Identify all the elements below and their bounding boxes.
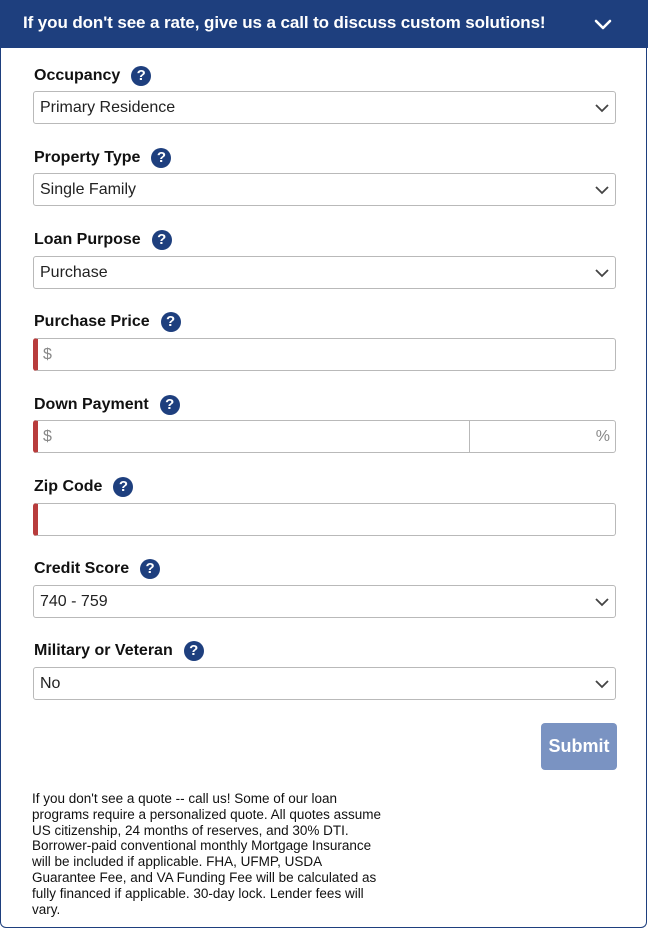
zip-code-input[interactable] [33, 503, 616, 536]
banner-text: If you don't see a rate, give us a call … [23, 13, 546, 32]
chevron-down-icon [595, 269, 609, 278]
property-type-value: Single Family [40, 181, 137, 198]
loan-purpose-label-text: Loan Purpose [34, 231, 141, 248]
credit-score-label-text: Credit Score [34, 560, 130, 577]
purchase-price-label-text: Purchase Price [34, 313, 150, 330]
credit-score-value: 740 - 759 [40, 593, 108, 610]
down-payment-label: Down Payment ? [34, 395, 180, 415]
property-type-label: Property Type ? [34, 148, 172, 168]
purchase-price-input[interactable]: $ [33, 338, 616, 371]
chevron-down-icon [595, 680, 609, 689]
help-icon[interactable]: ? [151, 148, 172, 168]
loan-purpose-value: Purchase [40, 264, 108, 281]
help-icon[interactable]: ? [159, 395, 180, 415]
help-icon[interactable]: ? [160, 312, 181, 332]
occupancy-value: Primary Residence [40, 99, 176, 116]
submit-button[interactable]: Submit [541, 723, 617, 770]
chevron-down-icon [595, 186, 609, 195]
chevron-down-icon [595, 104, 609, 113]
help-icon[interactable]: ? [183, 641, 204, 661]
credit-score-select[interactable]: 740 - 759 [33, 585, 616, 618]
purchase-price-label: Purchase Price ? [34, 312, 181, 332]
dollar-prefix: $ [43, 428, 52, 445]
occupancy-label-text: Occupancy [34, 67, 121, 84]
call-us-banner[interactable]: If you don't see a rate, give us a call … [1, 0, 648, 48]
help-icon[interactable]: ? [113, 477, 134, 497]
occupancy-label: Occupancy ? [34, 66, 152, 86]
percent-suffix: % [595, 428, 610, 445]
help-icon[interactable]: ? [140, 559, 161, 579]
property-type-select[interactable]: Single Family [33, 173, 616, 206]
help-icon[interactable]: ? [151, 230, 172, 250]
down-payment-label-text: Down Payment [34, 396, 149, 413]
property-type-label-text: Property Type [34, 149, 141, 166]
rate-form: If you don't see a rate, give us a call … [0, 0, 648, 928]
occupancy-select[interactable]: Primary Residence [33, 91, 616, 124]
loan-purpose-label: Loan Purpose ? [34, 230, 172, 250]
military-select[interactable]: No [33, 667, 616, 700]
down-payment-percent-input[interactable]: % [469, 420, 616, 453]
military-value: No [40, 675, 61, 692]
military-label: Military or Veteran ? [34, 641, 204, 661]
military-label-text: Military or Veteran [34, 642, 173, 659]
credit-score-label: Credit Score ? [34, 559, 161, 579]
dollar-prefix: $ [43, 346, 52, 363]
chevron-down-icon [595, 598, 609, 607]
disclaimer-text: If you don't see a quote -- call us! Som… [32, 791, 381, 917]
zip-code-label: Zip Code ? [34, 477, 134, 497]
down-payment-amount-input[interactable]: $ [33, 420, 470, 453]
help-icon[interactable]: ? [131, 66, 152, 86]
loan-purpose-select[interactable]: Purchase [33, 256, 616, 289]
zip-code-label-text: Zip Code [34, 478, 103, 495]
chevron-down-icon[interactable] [593, 15, 613, 35]
